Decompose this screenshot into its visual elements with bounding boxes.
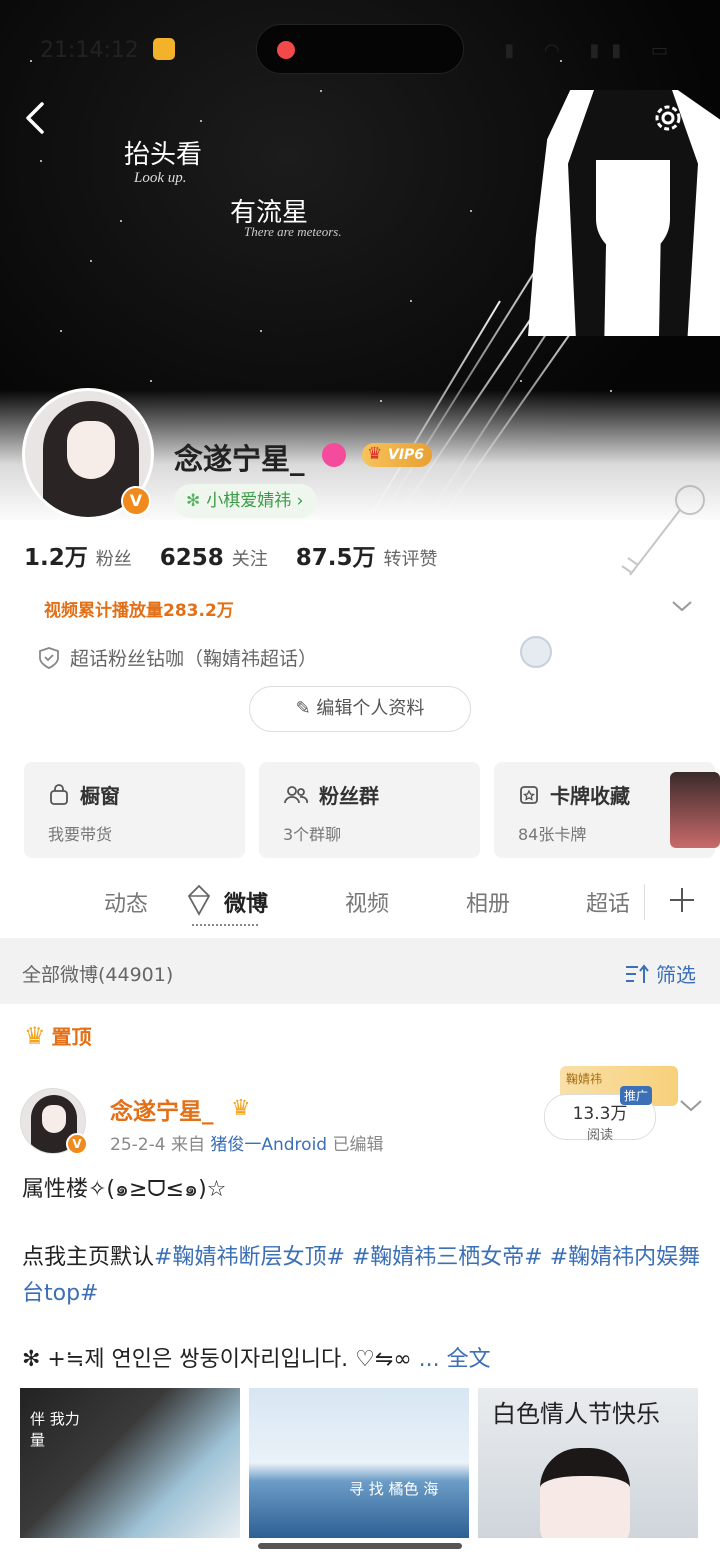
group-users-icon <box>284 785 309 803</box>
back-button[interactable] <box>18 96 58 140</box>
shopping-bag-icon <box>50 783 68 805</box>
post-image-1[interactable]: 伴 我力量 <box>20 1388 240 1538</box>
banner-subtext-meteors: There are meteors. <box>244 224 342 239</box>
banner-subtext-look-up: Look up. <box>134 170 187 186</box>
stat-label: 关注 <box>231 549 268 570</box>
diamond-icon <box>187 884 211 916</box>
home-indicator[interactable] <box>258 1543 462 1549</box>
stat-reposts-comments-likes[interactable]: 87.5万 转评赞 <box>296 538 438 572</box>
gear-icon <box>655 105 681 131</box>
key-decoration-icon <box>621 485 705 576</box>
stat-followers[interactable]: 1.2万 粉丝 <box>24 538 132 572</box>
filter-button[interactable]: 筛选 <box>624 959 696 988</box>
card-title: 橱窗 <box>80 784 120 808</box>
add-tab-plus-icon[interactable] <box>666 884 698 916</box>
post-menu-chevron-down-icon[interactable] <box>678 1096 704 1116</box>
post-korean-text: ✻ +≒제 연인은 쌍둥이자리입니다. ♡⇋∞ <box>22 1347 412 1372</box>
search-badge-icon[interactable] <box>322 443 346 467</box>
post-source-device[interactable]: 猪俊一Android <box>210 1135 327 1155</box>
post-image-3[interactable]: 白色情人节快乐 <box>478 1388 698 1538</box>
read-more-link[interactable]: ... 全文 <box>419 1347 491 1372</box>
card-subtitle: 84张卡牌 <box>518 825 587 844</box>
recording-dot-icon <box>277 41 295 59</box>
banner-anime-illustration <box>528 90 720 336</box>
tab-videos[interactable]: 视频 <box>345 886 389 918</box>
card-subtitle: 我要带货 <box>48 825 113 844</box>
tab-feed[interactable]: 动态 <box>104 886 148 918</box>
pinned-label: ♛ 置顶 <box>24 1021 92 1050</box>
tab-albums[interactable]: 相册 <box>466 886 510 918</box>
chevron-down-icon[interactable] <box>670 596 694 616</box>
all-posts-count: 全部微博(44901) <box>22 964 174 986</box>
portrait-figure <box>540 1448 630 1538</box>
system-status-icons: ▮ ◠ ▮▮ ▭ <box>504 40 680 61</box>
profile-username: 念遂宁星_ <box>174 442 305 476</box>
member-crown-icon: ♛ <box>231 1096 251 1121</box>
status-time: 21:14:12 <box>40 38 139 63</box>
settings-button[interactable] <box>650 100 686 136</box>
card-title: 卡牌收藏 <box>550 784 630 808</box>
edit-profile-label: 编辑个人资料 <box>316 698 425 719</box>
card-subtitle: 3个群聊 <box>283 825 342 844</box>
filter-bar: 全部微博(44901) 筛选 <box>0 938 720 1004</box>
shield-icon <box>39 646 59 669</box>
post-from-label: 来自 <box>170 1135 205 1155</box>
read-count-label: 阅读 <box>586 1128 613 1143</box>
card-showcase[interactable]: 橱窗 我要带货 <box>24 762 245 858</box>
post-meta: 25-2-4 来自 猪俊一Android 已编辑 <box>110 1130 384 1155</box>
video-play-count: 视频累计播放量283.2万 <box>44 601 234 621</box>
clover-icon: ✻ <box>186 491 201 511</box>
chevron-left-icon <box>26 102 44 134</box>
image-title-text: 白色情人节快乐 <box>492 1400 660 1428</box>
post-verified-badge-icon: V <box>66 1133 88 1155</box>
chevron-right-icon: › <box>291 491 304 511</box>
stat-value: 87.5万 <box>295 545 376 571</box>
supertopic-label: 超话粉丝钻咖（鞠婧祎超话） <box>70 648 318 670</box>
stat-value: 1.2万 <box>24 545 88 571</box>
stat-label: 转评赞 <box>383 549 438 570</box>
tab-supertopics[interactable]: 超话 <box>586 886 630 918</box>
post-edited-label: 已编辑 <box>332 1135 384 1155</box>
weibo-notification-icon <box>153 38 175 60</box>
stat-value: 6258 <box>159 545 224 571</box>
post-author-name[interactable]: 念遂宁星_ <box>110 1092 214 1126</box>
tab-active-indicator <box>192 924 258 934</box>
image-caption: 寻 找 橘色 海 <box>349 1480 439 1498</box>
promote-tag[interactable]: 推广 <box>620 1086 653 1105</box>
card-title: 粉丝群 <box>319 784 379 808</box>
image-caption: 伴 我力量 <box>30 1410 80 1449</box>
dynamic-island <box>256 24 464 74</box>
profile-stats: 1.2万 粉丝 6258 关注 87.5万 转评赞 <box>24 538 466 572</box>
banner-text-look-up: 抬头看 <box>124 140 203 170</box>
profile-tag-label: 小棋爱婧祎 <box>206 491 292 511</box>
post-text-line2: 点我主页默认#鞠婧祎断层女顶# #鞠婧祎三栖女帝# #鞠婧祎内娱舞台top# <box>22 1240 702 1312</box>
supertopic-fan-level[interactable]: 超话粉丝钻咖（鞠婧祎超话） <box>38 644 317 671</box>
profile-tag-button[interactable]: ✻ 小棋爱婧祎 › <box>174 484 318 518</box>
vip-badge[interactable]: VIP6 <box>362 442 433 467</box>
filter-sort-icon <box>626 963 649 983</box>
floating-circle-button[interactable] <box>520 636 552 668</box>
edit-profile-button[interactable]: ✎ 编辑个人资料 <box>249 686 471 732</box>
post-text-line3: ✻ +≒제 연인은 쌍둥이자리입니다. ♡⇋∞ ... 全文 <box>22 1342 702 1378</box>
tab-weibo[interactable]: 微博 <box>224 886 268 918</box>
post-text-line1: 属性楼✧(๑≥ᗜ≤๑)☆ <box>22 1177 227 1202</box>
crown-icon: ♛ <box>24 1021 46 1050</box>
pinned-text: 置顶 <box>51 1025 92 1049</box>
card-fan-groups[interactable]: 粉丝群 3个群聊 <box>259 762 480 858</box>
card-collection-icon <box>520 785 538 804</box>
post-date: 25-2-4 <box>110 1135 166 1155</box>
post-image-2[interactable]: 寻 找 橘色 海 <box>249 1388 469 1538</box>
stat-following[interactable]: 6258 关注 <box>160 545 268 571</box>
filter-label: 筛选 <box>656 963 696 987</box>
card-collection-thumbnail <box>670 772 720 848</box>
profile-tabs: 动态 微博 视频 相册 超话 <box>0 870 720 936</box>
post-text-prefix: 点我主页默认 <box>22 1245 155 1270</box>
stat-label: 粉丝 <box>95 549 132 570</box>
status-bar: 21:14:12 ▮ ◠ ▮▮ ▭ <box>0 0 720 96</box>
pencil-icon: ✎ <box>295 698 317 719</box>
tab-divider <box>644 884 645 920</box>
verified-badge-icon: V <box>121 486 151 516</box>
